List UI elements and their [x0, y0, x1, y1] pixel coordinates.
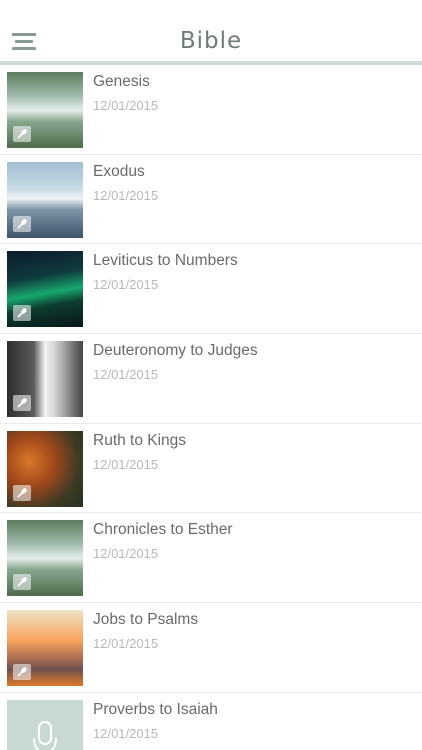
item-title: Chronicles to Esther	[93, 521, 233, 539]
list-item[interactable]: Genesis 12/01/2015	[0, 65, 422, 155]
list-item[interactable]: Deuteronomy to Judges 12/01/2015	[0, 334, 422, 424]
microphone-icon	[33, 720, 57, 750]
list-item[interactable]: Exodus 12/01/2015	[0, 155, 422, 245]
item-title: Deuteronomy to Judges	[93, 342, 258, 360]
microphone-icon	[13, 574, 31, 591]
item-date: 12/01/2015	[93, 367, 159, 383]
item-date: 12/01/2015	[93, 636, 159, 652]
thumbnail-image	[7, 430, 83, 507]
thumbnail-image	[7, 251, 83, 328]
item-date: 12/01/2015	[93, 725, 159, 741]
thumbnail-image	[7, 341, 83, 418]
thumbnail-image	[7, 161, 83, 238]
item-title: Ruth to Kings	[93, 431, 187, 449]
list-item[interactable]: Chronicles to Esther 12/01/2015	[0, 513, 422, 604]
item-date: 12/01/2015	[93, 187, 159, 203]
item-title: Exodus	[93, 162, 145, 180]
microphone-icon	[13, 484, 31, 501]
thumbnail-image	[7, 610, 83, 687]
microphone-icon	[13, 215, 31, 232]
recording-list: Genesis 12/01/2015 Exodus 12/01/2015 Lev…	[0, 65, 422, 750]
list-item[interactable]: Proverbs to Isaiah 12/01/2015	[0, 693, 422, 750]
microphone-icon	[13, 664, 31, 681]
item-title: Leviticus to Numbers	[93, 252, 238, 270]
list-item[interactable]: Leviticus to Numbers 12/01/2015	[0, 244, 422, 335]
item-date: 12/01/2015	[93, 98, 159, 113]
page-title: Bible	[179, 28, 243, 54]
item-date: 12/01/2015	[93, 277, 159, 293]
microphone-icon	[13, 305, 31, 322]
list-item[interactable]: Jobs to Psalms 12/01/2015	[0, 603, 422, 693]
item-title: Genesis	[93, 73, 150, 90]
microphone-icon	[13, 395, 31, 412]
microphone-icon	[13, 126, 31, 142]
item-title: Proverbs to Isaiah	[93, 700, 218, 718]
item-date: 12/01/2015	[93, 456, 159, 472]
thumbnail-placeholder	[7, 699, 83, 750]
thumbnail-image	[7, 520, 83, 597]
list-item[interactable]: Ruth to Kings 12/01/2015	[0, 424, 422, 514]
thumbnail-image	[7, 72, 83, 148]
item-date: 12/01/2015	[93, 546, 159, 562]
app-header: Bible	[0, 0, 422, 65]
item-title: Jobs to Psalms	[93, 611, 199, 629]
